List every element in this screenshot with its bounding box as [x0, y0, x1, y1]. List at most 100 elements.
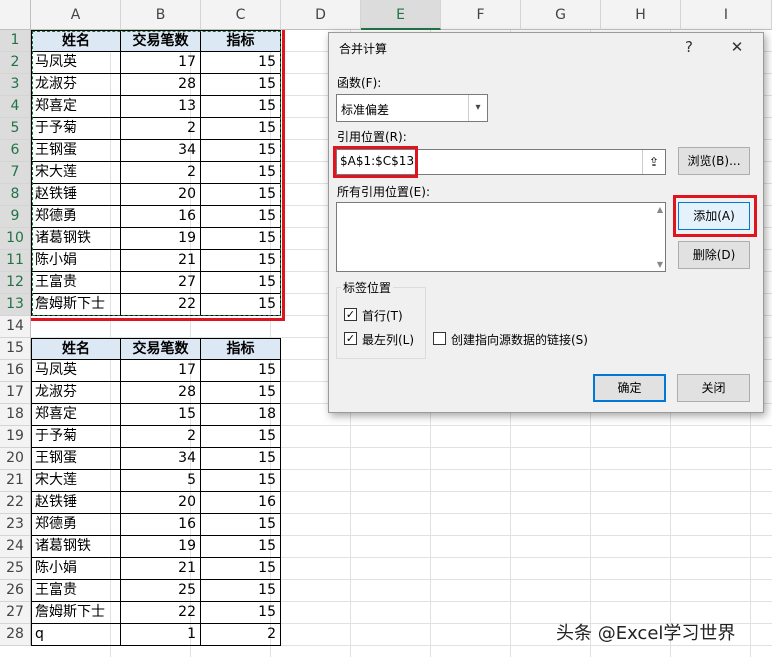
- second-table-cell[interactable]: 16: [201, 492, 281, 514]
- second-table-cell[interactable]: 16: [121, 514, 201, 536]
- second-table-header-cell[interactable]: 姓名: [31, 338, 121, 360]
- second-table-cell[interactable]: 15: [201, 448, 281, 470]
- row-header-9[interactable]: 9: [0, 206, 31, 228]
- row-header-26[interactable]: 26: [0, 580, 31, 602]
- row-header-11[interactable]: 11: [0, 250, 31, 272]
- second-table-cell[interactable]: 詹姆斯下士: [31, 602, 121, 624]
- row-header-12[interactable]: 12: [0, 272, 31, 294]
- second-table-cell[interactable]: 28: [121, 382, 201, 404]
- second-table-cell[interactable]: 15: [121, 404, 201, 426]
- row-header-15[interactable]: 15: [0, 338, 31, 360]
- column-header-h[interactable]: H: [601, 0, 681, 30]
- scroll-down-icon[interactable]: ▼: [657, 260, 663, 269]
- second-table-cell[interactable]: 1: [121, 624, 201, 646]
- second-table-cell[interactable]: 王钢蛋: [31, 448, 121, 470]
- scroll-up-icon[interactable]: ▲: [657, 205, 663, 214]
- column-header-i[interactable]: I: [681, 0, 772, 30]
- second-table-cell[interactable]: 15: [201, 514, 281, 536]
- second-table-cell[interactable]: 20: [121, 492, 201, 514]
- row-header-4[interactable]: 4: [0, 96, 31, 118]
- second-table-cell[interactable]: 25: [121, 580, 201, 602]
- table-highlight-box: [31, 30, 285, 321]
- row-header-13[interactable]: 13: [0, 294, 31, 316]
- second-table-cell[interactable]: q: [31, 624, 121, 646]
- second-table-cell[interactable]: 15: [201, 536, 281, 558]
- second-table-cell[interactable]: 15: [201, 360, 281, 382]
- column-header-e[interactable]: E: [361, 0, 441, 30]
- second-table-cell[interactable]: 于予菊: [31, 426, 121, 448]
- row-header-24[interactable]: 24: [0, 536, 31, 558]
- collapse-dialog-icon[interactable]: ⇪: [642, 150, 665, 174]
- row-header-27[interactable]: 27: [0, 602, 31, 624]
- reference-highlight-box: [333, 146, 418, 178]
- dialog-title: 合并计算: [339, 42, 388, 56]
- second-table-cell[interactable]: 15: [201, 580, 281, 602]
- create-links-checkbox[interactable]: [433, 332, 446, 345]
- row-header-19[interactable]: 19: [0, 426, 31, 448]
- second-table-cell[interactable]: 22: [121, 602, 201, 624]
- row-header-21[interactable]: 21: [0, 470, 31, 492]
- column-header-f[interactable]: F: [441, 0, 521, 30]
- second-table-cell[interactable]: 龙淑芬: [31, 382, 121, 404]
- second-table-header-cell[interactable]: 交易笔数: [121, 338, 201, 360]
- column-header-g[interactable]: G: [521, 0, 601, 30]
- row-header-18[interactable]: 18: [0, 404, 31, 426]
- chevron-down-icon[interactable]: ▾: [468, 95, 487, 121]
- second-table-cell[interactable]: 21: [121, 558, 201, 580]
- all-references-list[interactable]: ▲ ▼: [336, 202, 666, 272]
- row-header-7[interactable]: 7: [0, 162, 31, 184]
- first-row-checkbox[interactable]: ✓: [344, 308, 357, 321]
- add-button[interactable]: 添加(A): [678, 202, 750, 230]
- select-all-corner[interactable]: [0, 0, 31, 30]
- help-button[interactable]: ?: [674, 35, 704, 59]
- row-header-17[interactable]: 17: [0, 382, 31, 404]
- second-table-cell[interactable]: 陈小娟: [31, 558, 121, 580]
- second-table-cell[interactable]: 18: [201, 404, 281, 426]
- second-table-cell[interactable]: 诸葛钢铁: [31, 536, 121, 558]
- watermark: 头条 @Excel学习世界: [556, 623, 736, 644]
- close-button[interactable]: 关闭: [677, 374, 750, 402]
- second-table-cell[interactable]: 郑喜定: [31, 404, 121, 426]
- row-header-10[interactable]: 10: [0, 228, 31, 250]
- row-header-1[interactable]: 1: [0, 30, 31, 52]
- second-table-cell[interactable]: 赵铁锤: [31, 492, 121, 514]
- second-table-cell[interactable]: 15: [201, 602, 281, 624]
- browse-button[interactable]: 浏览(B)...: [678, 147, 750, 175]
- function-select[interactable]: 标准偏差 ▾: [336, 94, 488, 122]
- row-header-23[interactable]: 23: [0, 514, 31, 536]
- row-header-20[interactable]: 20: [0, 448, 31, 470]
- second-table-cell[interactable]: 15: [201, 382, 281, 404]
- column-header-c[interactable]: C: [201, 0, 281, 30]
- second-table-cell[interactable]: 郑德勇: [31, 514, 121, 536]
- second-table-cell[interactable]: 19: [121, 536, 201, 558]
- row-header-28[interactable]: 28: [0, 624, 31, 646]
- left-column-checkbox[interactable]: ✓: [344, 332, 357, 345]
- second-table-cell[interactable]: 马凤英: [31, 360, 121, 382]
- second-table-cell[interactable]: 17: [121, 360, 201, 382]
- second-table-cell[interactable]: 5: [121, 470, 201, 492]
- close-icon[interactable]: ✕: [722, 35, 752, 59]
- row-header-3[interactable]: 3: [0, 74, 31, 96]
- second-table-header-cell[interactable]: 指标: [201, 338, 281, 360]
- second-table-cell[interactable]: 15: [201, 558, 281, 580]
- second-table-cell[interactable]: 宋大莲: [31, 470, 121, 492]
- second-table-cell[interactable]: 34: [121, 448, 201, 470]
- second-table-cell[interactable]: 王富贵: [31, 580, 121, 602]
- row-header-22[interactable]: 22: [0, 492, 31, 514]
- row-header-25[interactable]: 25: [0, 558, 31, 580]
- second-table-cell[interactable]: 2: [121, 426, 201, 448]
- second-table-cell[interactable]: 15: [201, 426, 281, 448]
- row-header-16[interactable]: 16: [0, 360, 31, 382]
- column-header-a[interactable]: A: [31, 0, 121, 30]
- row-header-14[interactable]: 14: [0, 316, 31, 338]
- second-table-cell[interactable]: 15: [201, 470, 281, 492]
- row-header-5[interactable]: 5: [0, 118, 31, 140]
- row-header-2[interactable]: 2: [0, 52, 31, 74]
- column-header-b[interactable]: B: [121, 0, 201, 30]
- ok-button[interactable]: 确定: [593, 374, 666, 402]
- row-header-8[interactable]: 8: [0, 184, 31, 206]
- column-header-d[interactable]: D: [281, 0, 361, 30]
- row-header-6[interactable]: 6: [0, 140, 31, 162]
- second-table-cell[interactable]: 2: [201, 624, 281, 646]
- delete-button[interactable]: 删除(D): [678, 241, 750, 269]
